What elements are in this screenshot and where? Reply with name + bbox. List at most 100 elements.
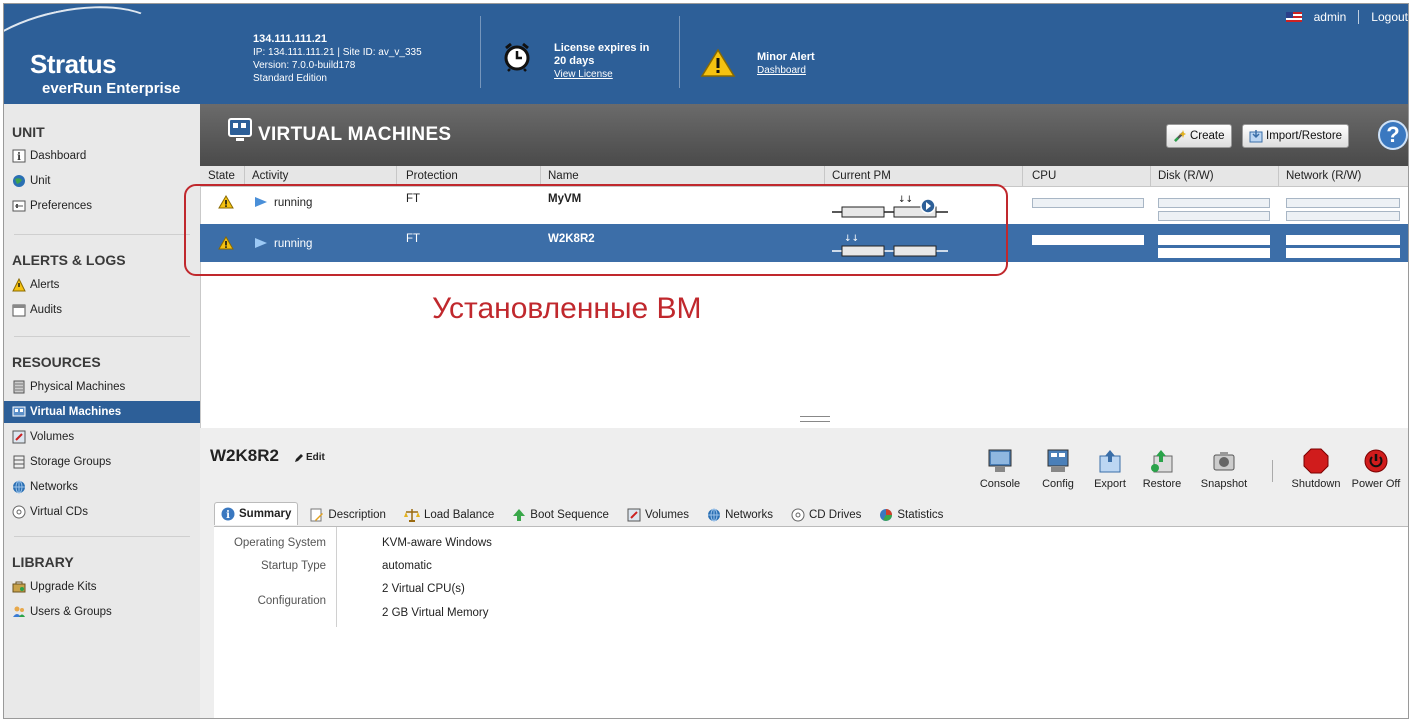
section-library: LIBRARY (12, 554, 74, 570)
import-restore-label: Import/Restore (1266, 130, 1343, 142)
tab-load-balance[interactable]: Load Balance (398, 505, 500, 525)
snapshot-label: Snapshot (1200, 478, 1248, 490)
column-network[interactable]: Network (R/W) (1286, 170, 1361, 182)
warning-icon (218, 236, 234, 250)
tab-label: CD Drives (809, 509, 862, 521)
restore-icon (1151, 450, 1173, 473)
power-off-button[interactable]: Power Off (1346, 448, 1406, 490)
sidebar-item-virtual-cds[interactable]: Virtual CDs (12, 501, 198, 523)
sidebar-item-storage-groups[interactable]: Storage Groups (12, 451, 198, 473)
help-button[interactable]: ? (1378, 120, 1408, 150)
summary-panel: Operating System KVM-aware Windows Start… (214, 526, 1408, 718)
tab-summary[interactable]: i Summary (214, 502, 299, 525)
export-button[interactable]: Export (1080, 448, 1140, 490)
column-activity[interactable]: Activity (252, 170, 288, 182)
column-cpu[interactable]: CPU (1032, 170, 1056, 182)
resize-grip[interactable] (800, 416, 830, 422)
user-area: admin Logout (1285, 10, 1408, 24)
sidebar: UNIT i Dashboard Unit Preferences ALERTS… (4, 104, 201, 718)
sidebar-item-unit[interactable]: Unit (12, 170, 198, 192)
product-name: everRun Enterprise (42, 80, 181, 97)
console-label: Console (979, 478, 1021, 490)
system-ip-title: 134.111.111.21 (253, 33, 328, 45)
info-circle-icon: i (221, 507, 235, 521)
vm-title-bar: VIRTUAL MACHINES Create Import/Restore ? (200, 104, 1408, 166)
app-window: Stratus everRun Enterprise 134.111.111.2… (3, 3, 1409, 719)
config-button[interactable]: Config (1028, 448, 1088, 490)
sidebar-item-label: Volumes (30, 431, 75, 443)
column-divider (1022, 166, 1023, 186)
tab-description[interactable]: Description (304, 505, 392, 525)
sidebar-item-virtual-machines[interactable]: Virtual Machines (4, 401, 200, 423)
play-icon (255, 197, 267, 207)
scale-icon (403, 509, 420, 522)
brand-name: Stratus (30, 49, 117, 79)
tab-label: Boot Sequence (530, 509, 609, 521)
detail-tabs: i Summary Description Load Balance Boot … (214, 502, 949, 525)
name-cell[interactable]: MyVM (548, 193, 581, 205)
column-current-pm[interactable]: Current PM (832, 170, 891, 182)
edit-button[interactable]: Edit (294, 452, 325, 463)
vm-icon (12, 405, 26, 419)
sidebar-item-alerts[interactable]: Alerts (12, 274, 198, 296)
sidebar-item-physical-machines[interactable]: Physical Machines (12, 376, 198, 398)
play-icon (255, 238, 267, 248)
sidebar-item-dashboard[interactable]: i Dashboard (12, 145, 198, 167)
export-icon (1099, 450, 1121, 473)
config-icon (1047, 449, 1069, 472)
column-divider (1150, 166, 1151, 186)
tab-label: Statistics (897, 509, 944, 521)
tab-volumes[interactable]: Volumes (621, 505, 695, 525)
arrow-up-icon (513, 509, 526, 521)
sidebar-separator (14, 336, 190, 337)
pie-chart-icon (880, 509, 893, 521)
user-name[interactable]: admin (1314, 10, 1347, 24)
sidebar-separator (14, 536, 190, 537)
snapshot-button[interactable]: Snapshot (1194, 448, 1254, 490)
sidebar-item-preferences[interactable]: Preferences (12, 195, 198, 217)
tab-boot-sequence[interactable]: Boot Sequence (506, 505, 615, 525)
column-state[interactable]: State (208, 170, 235, 182)
sidebar-item-users-groups[interactable]: Users & Groups (12, 601, 198, 623)
sidebar-item-audits[interactable]: Audits (12, 299, 198, 321)
table-row-selected[interactable]: running FT W2K8R2 ↓↓ (200, 224, 1408, 262)
column-name[interactable]: Name (548, 170, 579, 182)
sidebar-item-upgrade-kits[interactable]: Upgrade Kits (12, 576, 198, 598)
sidebar-item-label: Alerts (30, 279, 60, 291)
license-line1: License expires in (554, 42, 650, 54)
svg-text:i: i (226, 510, 230, 521)
disk-read-bar (1158, 235, 1270, 245)
svg-text:↓↓: ↓↓ (898, 195, 913, 205)
network-read-bar (1286, 235, 1400, 245)
network-read-bar (1286, 198, 1400, 208)
sidebar-item-volumes[interactable]: Volumes (12, 426, 198, 448)
sidebar-item-label: Virtual Machines (30, 406, 122, 418)
column-protection[interactable]: Protection (406, 170, 458, 182)
column-divider (540, 166, 541, 186)
console-button[interactable]: Console (970, 448, 1030, 490)
disk-read-bar (1158, 198, 1270, 208)
dashboard-link[interactable]: Dashboard (757, 64, 815, 78)
page-title: VIRTUAL MACHINES (258, 124, 452, 145)
us-flag-icon[interactable] (1285, 12, 1302, 22)
import-restore-button[interactable]: Import/Restore (1242, 124, 1350, 148)
tab-networks[interactable]: Networks (701, 505, 779, 525)
logout-link[interactable]: Logout (1371, 10, 1408, 24)
restore-button[interactable]: Restore (1132, 448, 1192, 490)
startup-value: automatic (382, 560, 432, 572)
tab-statistics[interactable]: Statistics (873, 505, 949, 525)
shutdown-button[interactable]: Shutdown (1286, 448, 1346, 490)
column-disk[interactable]: Disk (R/W) (1158, 170, 1214, 182)
table-row[interactable]: running FT MyVM ↓↓ (200, 186, 1408, 224)
create-button[interactable]: Create (1166, 124, 1232, 148)
sidebar-separator (14, 234, 190, 235)
alert-title: Minor Alert (757, 51, 815, 63)
sidebar-item-label: Preferences (30, 200, 93, 212)
section-alerts-logs: ALERTS & LOGS (12, 252, 126, 268)
alert-info: Minor Alert Dashboard (757, 50, 815, 78)
sidebar-item-networks[interactable]: Networks (12, 476, 198, 498)
tab-cd-drives[interactable]: CD Drives (785, 505, 867, 525)
calendar-icon (12, 303, 26, 317)
name-cell[interactable]: W2K8R2 (548, 233, 595, 245)
view-license-link[interactable]: View License (554, 68, 649, 81)
